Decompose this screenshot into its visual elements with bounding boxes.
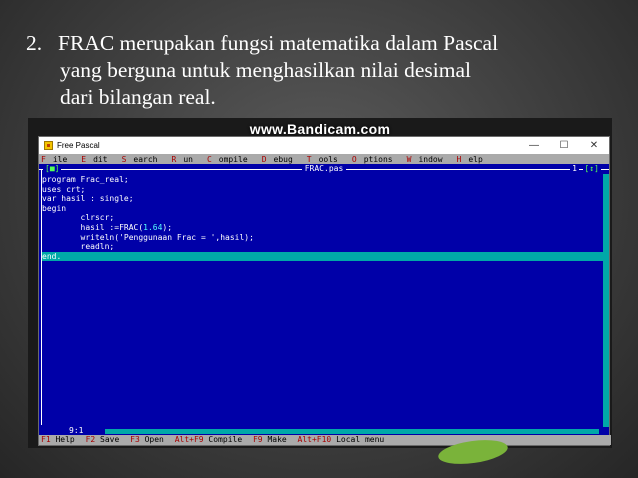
menu-compile[interactable]: Compile — [207, 155, 255, 164]
bandicam-watermark: www.Bandicam.com — [249, 121, 391, 137]
slide-line-3: dari bilangan real. — [60, 85, 216, 109]
menu-file[interactable]: File — [41, 155, 74, 164]
cursor-position: 9:1 — [67, 426, 86, 435]
slide-number: 2. — [26, 31, 43, 55]
status-make[interactable]: F9 Make — [253, 435, 287, 444]
status-local-menu[interactable]: Alt+F10 Local menu — [298, 435, 385, 444]
menu-window[interactable]: Window — [407, 155, 450, 164]
menu-edit[interactable]: Edit — [81, 155, 114, 164]
menu-tools[interactable]: Tools — [307, 155, 345, 164]
code-line: hasil :=FRAC(1.64); — [42, 222, 173, 232]
slide-line-2: yang berguna untuk menghasilkan nilai de… — [60, 58, 471, 82]
maximize-button[interactable]: ☐ — [549, 140, 579, 151]
status-compile[interactable]: Alt+F9 Compile — [175, 435, 242, 444]
menu-bar: File Edit Search Run Compile Debug Tools… — [39, 154, 609, 164]
vertical-scrollbar[interactable] — [603, 174, 609, 427]
embedded-screenshot: www.Bandicam.com Free Pascal — ☐ ✕ File … — [28, 118, 612, 448]
window-titlebar: Free Pascal — ☐ ✕ — [39, 137, 609, 154]
menu-run[interactable]: Run — [171, 155, 199, 164]
menu-debug[interactable]: Debug — [262, 155, 300, 164]
minimize-button[interactable]: — — [519, 140, 549, 151]
window-title: Free Pascal — [57, 141, 100, 150]
editor-window-number: 1 — [570, 164, 579, 173]
code-line: begin — [42, 203, 67, 213]
editor-frame-bottom: 9:1 — [39, 427, 609, 435]
code-line: readln; — [42, 242, 115, 252]
current-code-line: end. — [42, 251, 603, 262]
code-area[interactable]: program Frac_real; uses crt; var hasil :… — [42, 175, 603, 262]
close-button[interactable]: ✕ — [579, 140, 609, 151]
menu-search[interactable]: Search — [122, 155, 165, 164]
status-open[interactable]: F3 Open — [130, 435, 164, 444]
status-save[interactable]: F2 Save — [86, 435, 120, 444]
status-help[interactable]: F1 Help — [41, 435, 75, 444]
editor-zoom-box[interactable]: [↕] — [582, 164, 601, 173]
code-line: writeln('Penggunaan Frac = ',hasil); — [42, 232, 254, 242]
editor-file-title: FRAC.pas — [39, 164, 609, 173]
code-line: program Frac_real; — [42, 175, 129, 184]
code-line: clrscr; — [42, 213, 115, 223]
numeric-literal: 1.64 — [143, 222, 163, 232]
slide-text: 2. FRAC merupakan fungsi matematika dalam… — [26, 30, 626, 111]
menu-help[interactable]: Help — [457, 155, 490, 164]
code-line: var hasil : single; — [42, 194, 134, 204]
free-pascal-window: Free Pascal — ☐ ✕ File Edit Search Run C… — [38, 136, 611, 446]
editor-window[interactable]: [■] FRAC.pas 1 [↕] program Frac_real; us… — [39, 164, 609, 435]
horizontal-scrollbar[interactable] — [105, 429, 599, 434]
slide-line-1: 2. FRAC merupakan fungsi matematika dalam… — [26, 31, 499, 55]
free-pascal-icon — [44, 141, 53, 150]
menu-options[interactable]: Options — [352, 155, 400, 164]
status-bar: F1 Help F2 Save F3 Open Alt+F9 Compile F… — [39, 435, 611, 445]
code-line: uses crt; — [42, 184, 86, 194]
